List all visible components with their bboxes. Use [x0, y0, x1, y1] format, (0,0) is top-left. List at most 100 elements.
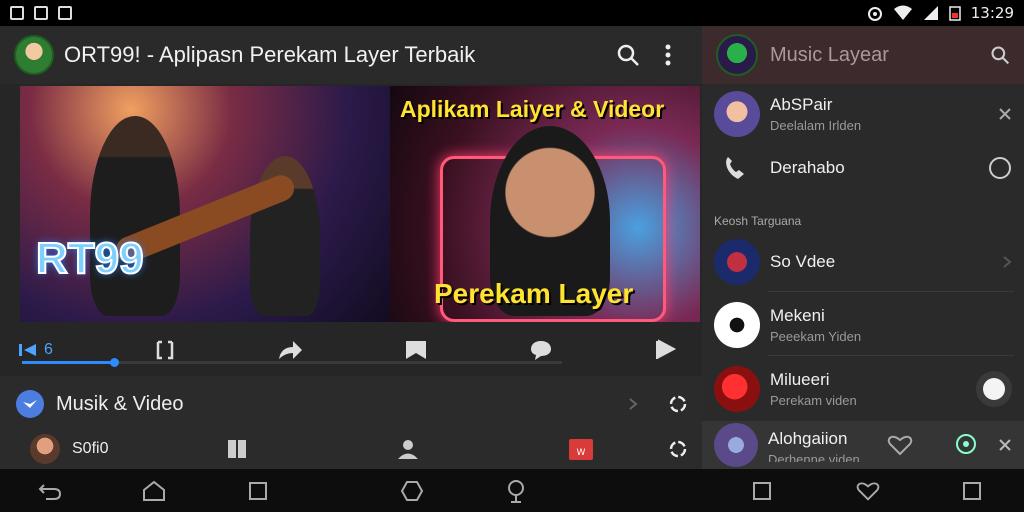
item-subtitle: Peeekam Yiden: [770, 329, 862, 344]
close-icon[interactable]: [998, 438, 1012, 452]
item-text: So Vdee: [770, 252, 1002, 272]
list-item[interactable]: So Vdee: [702, 236, 1024, 288]
main-panel: ORT99! - Aplipasn Perekam Layer Terbaik …: [0, 26, 702, 469]
list-item[interactable]: Milueeri Perekam viden: [702, 362, 1024, 416]
location-button[interactable]: [504, 479, 528, 503]
location-icon[interactable]: [954, 433, 978, 457]
divider: [768, 291, 1014, 292]
svg-text:W: W: [577, 448, 586, 458]
item-text: AbSPair Deelalam Irlden: [770, 95, 998, 133]
navigation-bar: [0, 469, 1024, 512]
music-video-section: Musik & Video S0fi0 W: [0, 376, 702, 469]
section-action-icons: W: [152, 437, 668, 461]
square-icon: [963, 482, 981, 500]
status-left-icons: [10, 6, 72, 20]
back-icon: [38, 484, 62, 500]
back-button[interactable]: [38, 479, 62, 503]
guitarist-figure: [90, 116, 180, 316]
pin-icon: [508, 480, 524, 503]
thumbnail-overlay-text: RT99: [35, 233, 145, 284]
square-icon: [753, 482, 771, 500]
sync-icon[interactable]: [668, 394, 688, 414]
section-title: Musik & Video: [56, 392, 184, 415]
app-avatar[interactable]: [14, 35, 54, 75]
skip-back-button[interactable]: 6: [18, 341, 53, 359]
video-thumbnails: RT99 Aplikam Laiyer & Videor Perekam Lay…: [20, 86, 700, 322]
status-right-icons: 13:29: [867, 4, 1014, 22]
more-vert-icon: [665, 44, 671, 66]
gallery-icon: [58, 6, 72, 20]
signal-icon: [923, 6, 938, 20]
drawer-avatar[interactable]: [716, 34, 758, 76]
notification-n-icon: [10, 6, 24, 20]
item-subtitle: Deelalam Irlden: [770, 118, 862, 133]
search-icon: [617, 44, 639, 66]
section-icon: [16, 390, 44, 418]
status-time: 13:29: [970, 4, 1014, 22]
alarm-icon: [867, 7, 882, 21]
battery-icon: [949, 6, 961, 21]
item-text: Mekeni Peeekam Yiden: [770, 306, 1012, 344]
heart-icon: [856, 482, 880, 501]
phone-icon: [726, 157, 744, 179]
app-title: ORT99! - Aplipasn Perekam Layer Terbaik: [64, 42, 476, 67]
item-title: Derahabo: [770, 158, 845, 177]
bookmark-icon[interactable]: [404, 339, 428, 361]
search-icon[interactable]: [990, 45, 1010, 65]
section-header-row[interactable]: Musik & Video: [16, 388, 688, 420]
counter-label: 6: [44, 341, 53, 358]
drawer-section-label: Keosh Targuana: [714, 214, 802, 228]
flag-icon[interactable]: [654, 339, 678, 361]
calendar-icon[interactable]: W: [568, 437, 594, 461]
item-avatar: [714, 302, 760, 348]
drawer-item[interactable]: Derahabo: [702, 144, 1024, 192]
item-title: Alohgaiion: [768, 428, 848, 448]
assistant-button[interactable]: [400, 479, 424, 503]
section-items-row: S0fi0 W: [30, 434, 688, 464]
list-item[interactable]: Mekeni Peeekam Yiden: [702, 298, 1024, 352]
heart-icon[interactable]: [886, 434, 914, 456]
progress-fill: [22, 361, 114, 364]
drawer-title: Music Layear: [770, 43, 889, 66]
toggle-knob: [983, 378, 1005, 400]
toggle-button[interactable]: [976, 371, 1012, 407]
share-icon[interactable]: [277, 339, 303, 361]
circle-icon[interactable]: [988, 156, 1012, 180]
comment-icon[interactable]: [529, 339, 553, 361]
progress-knob[interactable]: [109, 358, 119, 367]
item-title: Mekeni: [770, 306, 825, 325]
bird-icon: [23, 400, 37, 408]
sub-label: S0fi0: [72, 440, 109, 457]
overview-button[interactable]: [960, 479, 984, 503]
progress-bar[interactable]: [22, 358, 562, 367]
person-icon[interactable]: [396, 438, 420, 460]
thumbnail-top-text: Aplikam Laiyer & Videor: [400, 96, 665, 122]
item-title: AbSPair: [770, 95, 833, 114]
search-button[interactable]: [608, 35, 648, 75]
thumbnail-recorder[interactable]: Aplikam Laiyer & Videor Perekam Layer: [390, 86, 700, 322]
drawer-item[interactable]: AbSPair Deelalam Irlden: [702, 88, 1024, 140]
user-avatar[interactable]: [30, 434, 60, 464]
chevron-right-icon[interactable]: [1002, 255, 1012, 269]
drawer-header: Music Layear: [702, 26, 1024, 84]
recents-button-2[interactable]: [750, 479, 774, 503]
chevron-right-icon[interactable]: [628, 397, 638, 411]
recents-button[interactable]: [246, 479, 270, 503]
sync-icon[interactable]: [668, 439, 688, 459]
home-button[interactable]: [142, 479, 166, 503]
columns-icon[interactable]: [226, 438, 248, 460]
thumbnail-concert[interactable]: RT99: [20, 86, 390, 322]
item-avatar: [714, 366, 760, 412]
hexagon-icon: [400, 481, 424, 501]
favorite-button[interactable]: [856, 479, 880, 503]
close-icon[interactable]: [998, 107, 1012, 121]
item-subtitle: Perekam viden: [770, 393, 857, 408]
crop-icon[interactable]: [154, 339, 176, 361]
status-bar: 13:29: [0, 0, 1024, 26]
more-options-button[interactable]: [648, 35, 688, 75]
item-avatar: [714, 239, 760, 285]
item-text: Alohgaiion Derhenne viden: [768, 429, 886, 462]
list-item[interactable]: Alohgaiion Derhenne viden: [702, 421, 1024, 469]
side-drawer: Music Layear AbSPair Deelalam Irlden Der…: [702, 26, 1024, 469]
item-avatar: [714, 423, 758, 467]
